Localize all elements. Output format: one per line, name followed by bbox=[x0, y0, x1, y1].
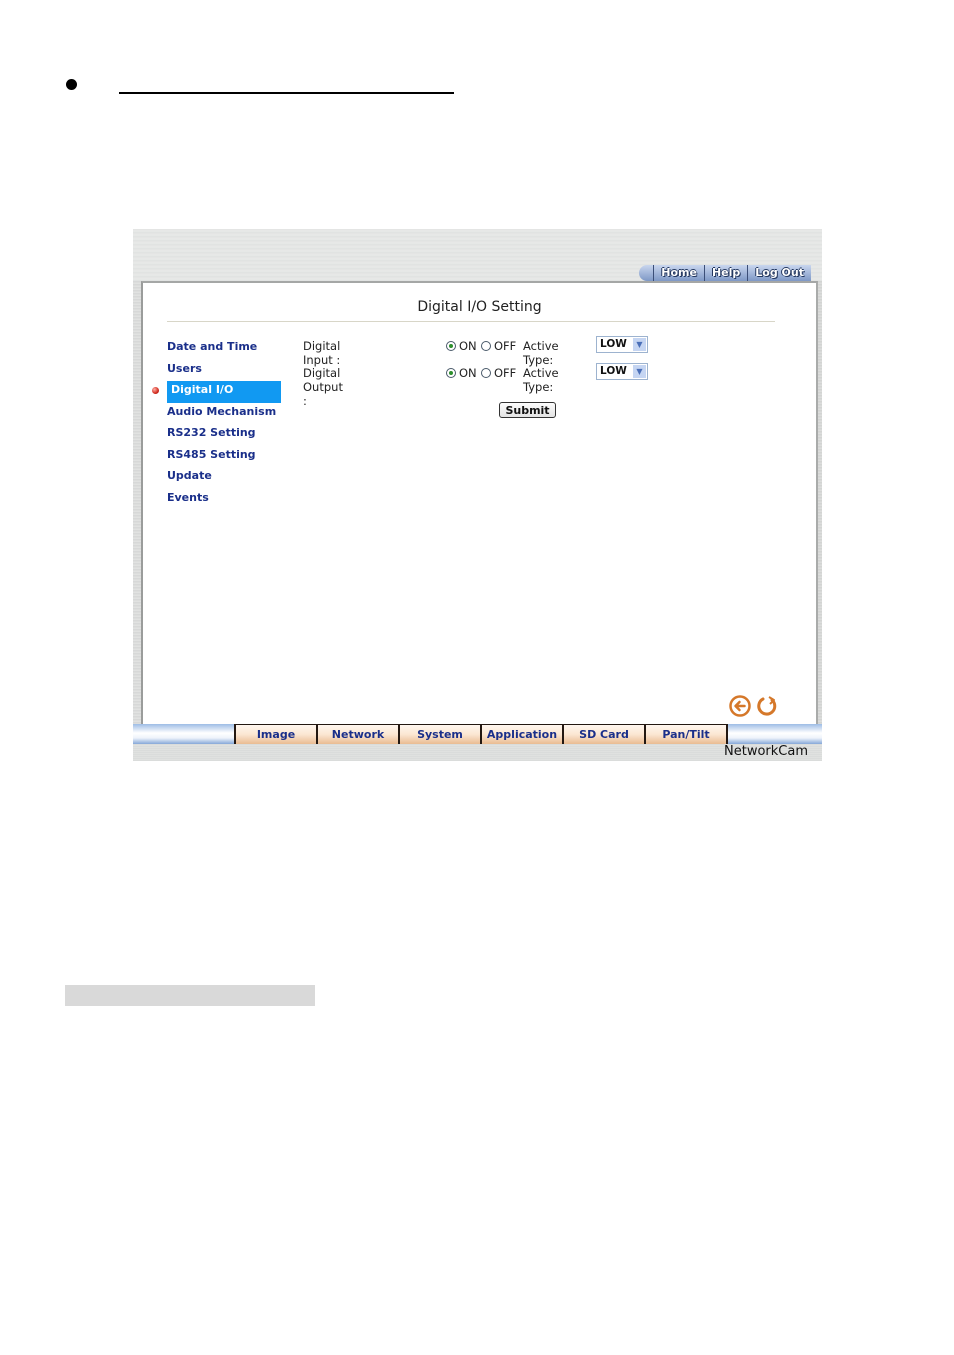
on-label: ON bbox=[459, 366, 477, 380]
heading-underline bbox=[119, 92, 454, 94]
networkcam-screenshot: Home Help Log Out Digital I/O Setting Da… bbox=[133, 229, 822, 761]
logout-button[interactable]: Log Out bbox=[747, 265, 811, 281]
tab-image[interactable]: Image bbox=[234, 724, 316, 744]
settings-sidebar: Date and Time Users Digital I/O Audio Me… bbox=[152, 338, 281, 511]
home-button[interactable]: Home bbox=[653, 265, 704, 281]
title-divider bbox=[167, 321, 775, 322]
content-panel: Digital I/O Setting Date and Time Users … bbox=[141, 281, 818, 726]
digital-output-active-type-select[interactable]: LOW ▼ bbox=[596, 363, 648, 380]
sidebar-item-users[interactable]: Users bbox=[167, 360, 281, 382]
bottom-nav-bar: Image Network System Application SD Card… bbox=[133, 724, 822, 744]
tab-application[interactable]: Application bbox=[480, 724, 562, 744]
sidebar-item-digital-io[interactable]: Digital I/O bbox=[152, 381, 281, 403]
chevron-down-icon: ▼ bbox=[633, 365, 646, 378]
active-type-label: Active Type: bbox=[523, 339, 559, 367]
sidebar-item-date-and-time[interactable]: Date and Time bbox=[167, 338, 281, 360]
gray-heading-bar bbox=[65, 985, 315, 1006]
select-value: LOW bbox=[600, 338, 627, 350]
sidebar-item-events[interactable]: Events bbox=[167, 489, 281, 511]
help-button[interactable]: Help bbox=[703, 265, 748, 281]
off-label: OFF bbox=[494, 366, 517, 380]
off-label: OFF bbox=[494, 339, 517, 353]
digital-input-label: Digital Input : bbox=[303, 339, 341, 367]
active-type-label: Active Type: bbox=[523, 366, 559, 394]
select-value: LOW bbox=[600, 365, 627, 377]
refresh-icon[interactable] bbox=[755, 695, 779, 717]
digital-output-label: Digital Output : bbox=[303, 366, 343, 408]
chevron-down-icon: ▼ bbox=[633, 338, 646, 351]
on-label: ON bbox=[459, 339, 477, 353]
bullet-point bbox=[66, 79, 77, 90]
tab-system[interactable]: System bbox=[398, 724, 480, 744]
tab-sd-card[interactable]: SD Card bbox=[562, 724, 644, 744]
page-title: Digital I/O Setting bbox=[417, 299, 542, 315]
sidebar-item-label: Digital I/O bbox=[171, 383, 234, 396]
digital-output-on-radio[interactable] bbox=[446, 368, 456, 378]
sidebar-item-audio-mechanism[interactable]: Audio Mechanism bbox=[167, 403, 281, 425]
submit-button[interactable]: Submit bbox=[499, 402, 556, 418]
sidebar-item-update[interactable]: Update bbox=[167, 467, 281, 489]
bottom-tabs: Image Network System Application SD Card… bbox=[234, 724, 728, 744]
header-band: Home Help Log Out bbox=[133, 229, 822, 281]
top-nav: Home Help Log Out bbox=[639, 265, 811, 281]
brand-label: NetworkCam bbox=[724, 744, 808, 759]
sidebar-item-rs232-setting[interactable]: RS232 Setting bbox=[167, 424, 281, 446]
digital-input-on-radio[interactable] bbox=[446, 341, 456, 351]
back-arrow-icon[interactable] bbox=[729, 695, 751, 717]
sidebar-item-rs485-setting[interactable]: RS485 Setting bbox=[167, 446, 281, 468]
digital-input-off-radio[interactable] bbox=[481, 341, 491, 351]
tab-pan-tilt[interactable]: Pan/Tilt bbox=[644, 724, 728, 744]
top-nav-cap bbox=[639, 265, 654, 281]
digital-output-off-radio[interactable] bbox=[481, 368, 491, 378]
digital-input-active-type-select[interactable]: LOW ▼ bbox=[596, 336, 648, 353]
active-indicator-icon bbox=[152, 387, 159, 394]
left-frame bbox=[133, 281, 141, 724]
footer-band: NetworkCam bbox=[133, 744, 822, 761]
tab-network[interactable]: Network bbox=[316, 724, 398, 744]
